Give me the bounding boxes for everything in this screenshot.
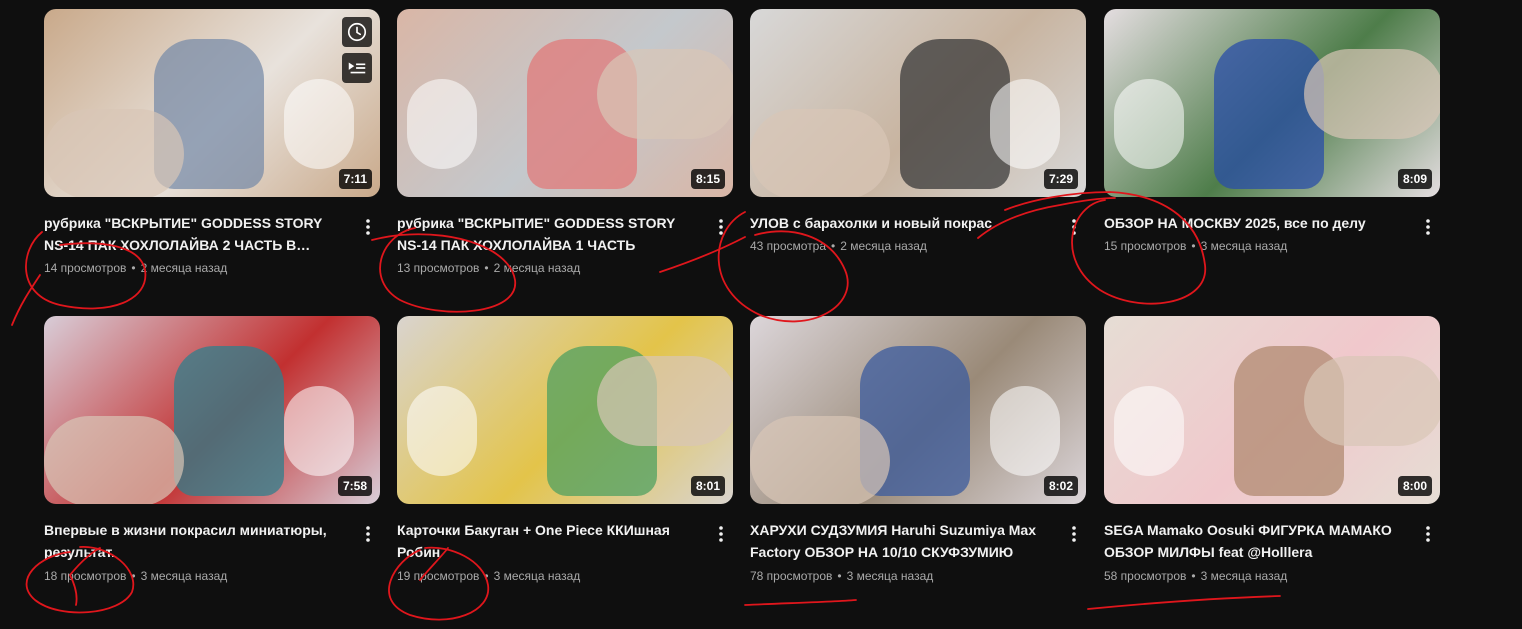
view-count: 14 просмотров (44, 261, 127, 275)
video-metadata: 43 просмотра • 2 месяца назад (750, 237, 927, 255)
thumbnail-hand (44, 109, 184, 197)
thumbnail-hand (597, 356, 733, 446)
separator-dot: • (484, 261, 489, 275)
upload-age: 3 месяца назад (1200, 239, 1288, 253)
thumbnail-plush (407, 386, 477, 476)
video-thumbnail[interactable]: 8:01 (397, 316, 733, 504)
more-actions-icon[interactable] (1416, 215, 1440, 239)
video-title[interactable]: Впервые в жизни покрасил миниатюры, резу… (44, 519, 344, 563)
video-duration: 7:58 (337, 476, 372, 496)
thumbnail-hand (750, 109, 890, 197)
thumbnail-figure (174, 346, 284, 496)
thumbnail-hand (1304, 49, 1440, 139)
video-title[interactable]: Карточки Бакуган + One Piece ККИшная Роб… (397, 519, 697, 563)
view-count: 15 просмотров (1104, 239, 1187, 253)
thumbnail-figure (1214, 39, 1324, 189)
video-metadata: 78 просмотров • 3 месяца назад (750, 567, 933, 585)
thumbnail-hand (750, 416, 890, 504)
thumbnail-plush (284, 386, 354, 476)
thumbnail-hand (597, 49, 733, 139)
video-duration: 8:09 (1397, 169, 1432, 189)
separator-dot: • (1191, 239, 1196, 253)
video-metadata: 18 просмотров • 3 месяца назад (44, 567, 227, 585)
video-metadata: 15 просмотров • 3 месяца назад (1104, 237, 1287, 255)
thumbnail-plush (1114, 386, 1184, 476)
upload-age: 3 месяца назад (1200, 569, 1288, 583)
video-thumbnail[interactable]: 7:29 (750, 9, 1086, 197)
thumbnail-plush (990, 386, 1060, 476)
more-actions-icon[interactable] (1062, 522, 1086, 546)
thumbnail-plush (1114, 79, 1184, 169)
video-duration: 8:00 (1397, 476, 1432, 496)
video-card[interactable]: 7:58 Впервые в жизни покрасил миниатюры, … (44, 316, 380, 606)
thumbnail-plush (990, 79, 1060, 169)
video-card[interactable]: 8:09 ОБЗОР НА МОСКВУ 2025, все по делу 15 … (1104, 9, 1440, 289)
thumbnail-plush (284, 79, 354, 169)
view-count: 43 просмотра (750, 239, 827, 253)
upload-age: 2 месяца назад (840, 239, 927, 253)
thumbnail-plush (407, 79, 477, 169)
view-count: 78 просмотров (750, 569, 833, 583)
video-duration: 8:02 (1043, 476, 1078, 496)
video-title[interactable]: ХАРУХИ СУДЗУМИЯ Haruhi Suzumiya Max Fact… (750, 519, 1050, 563)
thumbnail-hand (1304, 356, 1440, 446)
separator-dot: • (831, 239, 836, 253)
video-card[interactable]: 7:11 рубрика "ВСКРЫТИЕ" GODDESS STORY NS-… (44, 9, 380, 289)
view-count: 58 просмотров (1104, 569, 1187, 583)
video-title[interactable]: SEGA Mamako Oosuki ФИГУРКА МАМАКО ОБЗОР … (1104, 519, 1404, 563)
video-thumbnail[interactable]: 7:11 (44, 9, 380, 197)
video-duration: 7:11 (338, 169, 372, 189)
separator-dot: • (131, 569, 136, 583)
upload-age: 3 месяца назад (493, 569, 581, 583)
video-thumbnail[interactable]: 8:02 (750, 316, 1086, 504)
video-duration: 8:15 (690, 169, 725, 189)
upload-age: 3 месяца назад (846, 569, 934, 583)
video-duration: 7:29 (1043, 169, 1078, 189)
separator-dot: • (1191, 569, 1196, 583)
separator-dot: • (484, 569, 489, 583)
video-card[interactable]: 7:29 УЛОВ с барахолки и новый покрас 43 пр… (750, 9, 1086, 289)
thumbnail-hand (44, 416, 184, 504)
more-actions-icon[interactable] (1062, 215, 1086, 239)
video-card[interactable]: 8:01 Карточки Бакуган + One Piece ККИшная… (397, 316, 733, 606)
video-thumbnail[interactable]: 7:58 (44, 316, 380, 504)
video-metadata: 19 просмотров • 3 месяца назад (397, 567, 580, 585)
view-count: 19 просмотров (397, 569, 480, 583)
video-metadata: 14 просмотров • 2 месяца назад (44, 259, 227, 277)
video-metadata: 13 просмотров • 2 месяца назад (397, 259, 580, 277)
separator-dot: • (131, 261, 136, 275)
more-actions-icon[interactable] (709, 215, 733, 239)
upload-age: 3 месяца назад (140, 569, 228, 583)
more-actions-icon[interactable] (1416, 522, 1440, 546)
video-card[interactable]: 8:00 SEGA Mamako Oosuki ФИГУРКА МАМАКО ОБ… (1104, 316, 1440, 606)
watch-later-icon[interactable] (342, 17, 372, 47)
video-card[interactable]: 8:02 ХАРУХИ СУДЗУМИЯ Haruhi Suzumiya Max … (750, 316, 1086, 606)
video-title[interactable]: рубрика "ВСКРЫТИЕ" GODDESS STORY NS-14 П… (44, 212, 344, 256)
more-actions-icon[interactable] (356, 215, 380, 239)
video-metadata: 58 просмотров • 3 месяца назад (1104, 567, 1287, 585)
upload-age: 2 месяца назад (140, 261, 228, 275)
add-to-queue-icon[interactable] (342, 53, 372, 83)
video-thumbnail[interactable]: 8:15 (397, 9, 733, 197)
video-thumbnail[interactable]: 8:09 (1104, 9, 1440, 197)
video-title[interactable]: УЛОВ с барахолки и новый покрас (750, 212, 1050, 234)
upload-age: 2 месяца назад (493, 261, 581, 275)
video-duration: 8:01 (690, 476, 725, 496)
view-count: 18 просмотров (44, 569, 127, 583)
separator-dot: • (837, 569, 842, 583)
video-thumbnail[interactable]: 8:00 (1104, 316, 1440, 504)
view-count: 13 просмотров (397, 261, 480, 275)
more-actions-icon[interactable] (356, 522, 380, 546)
video-card[interactable]: 8:15 рубрика "ВСКРЫТИЕ" GODDESS STORY NS-… (397, 9, 733, 289)
video-title[interactable]: ОБЗОР НА МОСКВУ 2025, все по делу (1104, 212, 1404, 234)
video-title[interactable]: рубрика "ВСКРЫТИЕ" GODDESS STORY NS-14 П… (397, 212, 697, 256)
more-actions-icon[interactable] (709, 522, 733, 546)
